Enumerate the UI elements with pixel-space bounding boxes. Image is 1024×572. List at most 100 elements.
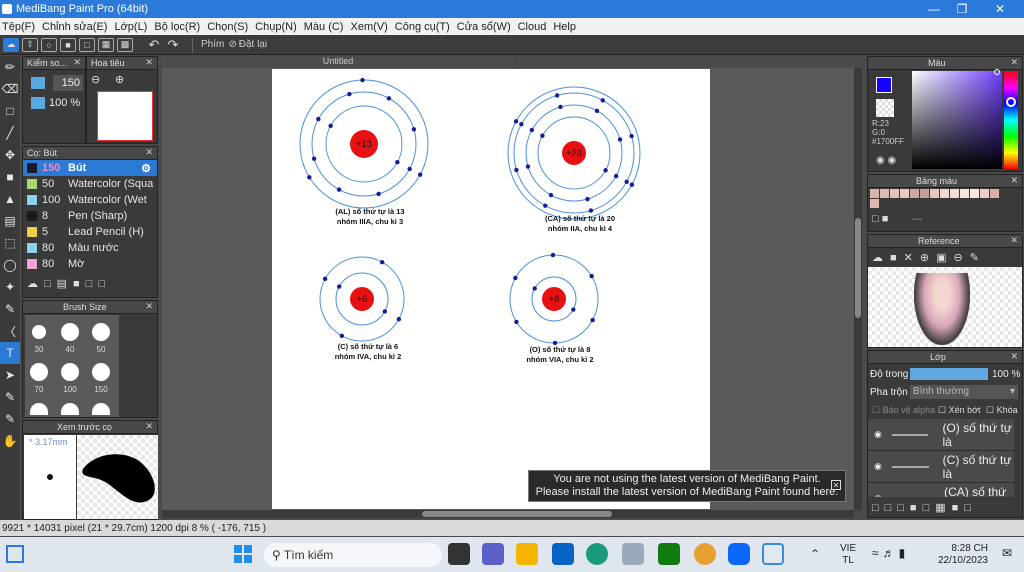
divide-tool-icon[interactable]: ✎ <box>0 386 20 408</box>
redo-icon[interactable]: ↷ <box>165 37 181 52</box>
grid-icon[interactable]: ▩ <box>117 37 133 52</box>
maximize-button[interactable]: ❐ <box>944 0 980 18</box>
page-icon[interactable]: □ <box>79 37 95 52</box>
size-dot[interactable] <box>61 363 79 381</box>
file-explorer-icon[interactable] <box>516 543 538 565</box>
hand-tool-icon[interactable]: ✋ <box>0 430 20 452</box>
chevron-up-icon[interactable]: ⌃ <box>810 547 820 561</box>
brush-opacity-value[interactable]: 100 % <box>49 97 80 109</box>
close-icon[interactable]: ✕ <box>145 421 153 432</box>
start-icon[interactable] <box>234 545 252 563</box>
brush-item[interactable]: 100 Watercolor (Wet <box>23 192 157 208</box>
close-icon[interactable]: ✕ <box>145 147 153 158</box>
cloud-icon[interactable]: ☁ <box>3 37 19 52</box>
size-dot[interactable] <box>92 363 110 381</box>
teams-icon[interactable] <box>482 543 504 565</box>
palette-swatch[interactable] <box>910 189 919 198</box>
palette-swatch[interactable] <box>890 189 899 198</box>
brush-item[interactable]: 80 Màu nước <box>23 240 157 256</box>
palette-swatch[interactable] <box>930 189 939 198</box>
magic-wand-icon[interactable]: ✦ <box>0 276 20 298</box>
menu-file[interactable]: Tệp(F) <box>2 21 35 33</box>
vertical-scroll-thumb[interactable] <box>855 218 861 318</box>
close-icon[interactable]: ✕ <box>1010 351 1018 362</box>
palette-actions[interactable]: □ ■ <box>872 213 888 225</box>
menu-select[interactable]: Chọn(S) <box>207 21 248 33</box>
palette-swatch[interactable] <box>980 189 989 198</box>
menu-tools[interactable]: Công cụ(T) <box>395 21 450 33</box>
gradient-tool-icon[interactable]: ▤ <box>0 210 20 232</box>
vertical-scrollbar[interactable] <box>854 68 862 510</box>
palette-swatch[interactable] <box>870 199 879 208</box>
menu-window[interactable]: Cửa sổ(W) <box>457 21 511 33</box>
language-indicator[interactable]: VIE TL <box>840 543 856 567</box>
reference-image[interactable] <box>868 267 1022 347</box>
horizontal-scrollbar[interactable] <box>162 510 854 518</box>
update-notice[interactable]: You are not using the latest version of … <box>528 470 846 502</box>
layer-opacity-slider[interactable] <box>910 368 988 380</box>
move-tool-icon[interactable]: ✥ <box>0 144 20 166</box>
menu-help[interactable]: Help <box>553 21 576 33</box>
line-tool-icon[interactable]: ╱ <box>0 122 20 144</box>
select-rect-tool-icon[interactable]: ⬚ <box>0 232 20 254</box>
notice-close-icon[interactable]: ✕ <box>831 480 841 490</box>
close-icon[interactable]: ✕ <box>145 301 153 312</box>
brush-item[interactable]: 150 Bút ⚙ <box>23 160 157 176</box>
hue-cursor[interactable] <box>1006 97 1016 107</box>
upload-icon[interactable]: ⇧ <box>22 37 38 52</box>
text-tool-icon[interactable]: T <box>0 342 20 364</box>
zoom-in-icon[interactable]: ⊕ <box>115 73 124 86</box>
menu-view[interactable]: Xem(V) <box>350 21 387 33</box>
navigator-thumbnail[interactable] <box>97 91 153 141</box>
size-dot[interactable] <box>30 403 48 415</box>
close-icon[interactable]: ✕ <box>1010 175 1018 186</box>
notification-icon[interactable]: ✉ <box>1002 546 1012 560</box>
palette-swatch[interactable] <box>900 189 909 198</box>
layer-item[interactable]: ◉ (O) số thứ tự là <box>868 419 1014 451</box>
brush-item[interactable]: 50 Watercolor (Squa <box>23 176 157 192</box>
menu-filter[interactable]: Bộ lọc(R) <box>154 21 200 33</box>
brush-tool-icon[interactable]: ✏ <box>0 56 20 78</box>
reference-toolbar[interactable]: ☁■✕⊕▣⊖✎ <box>872 251 986 264</box>
palette-swatch[interactable] <box>880 189 889 198</box>
layer-actions[interactable]: □□□■□▦■□ <box>872 501 977 514</box>
palette-mode-icons[interactable]: ◉ ◉ <box>876 155 896 166</box>
menu-layer[interactable]: Lớp(L) <box>114 21 147 33</box>
brush-item[interactable]: 5 Lead Pencil (H) <box>23 224 157 240</box>
chrome-icon[interactable] <box>694 543 716 565</box>
menu-edit[interactable]: Chỉnh sửa(E) <box>42 21 107 33</box>
close-icon[interactable]: ✕ <box>73 57 81 68</box>
clock[interactable]: 8:28 CH 22/10/2023 <box>932 543 988 567</box>
transparent-swatch[interactable] <box>876 99 894 117</box>
chat-icon[interactable]: ■ <box>60 37 76 52</box>
protect-alpha-checkbox[interactable]: ☐ Bảo vệ alpha <box>872 405 935 416</box>
palette-swatch[interactable] <box>940 189 949 198</box>
medibang-icon[interactable] <box>762 543 784 565</box>
canvas-tab[interactable]: Untitled <box>162 56 514 68</box>
lasso-tool-icon[interactable]: ◯ <box>0 254 20 276</box>
task-view-icon[interactable] <box>448 543 470 565</box>
palette-swatch[interactable] <box>870 189 879 198</box>
system-tray-icons[interactable]: ≈♬▮ <box>872 546 909 560</box>
comment-icon[interactable]: ○ <box>41 37 57 52</box>
clipping-checkbox[interactable]: ☐ Xén bớt <box>938 405 981 416</box>
brush-item[interactable]: 80 Mờ <box>23 256 157 272</box>
photos-icon[interactable] <box>622 543 644 565</box>
eyedropper-tool-icon[interactable]: ✎ <box>0 408 20 430</box>
rectangle-tool-icon[interactable]: □ <box>0 100 20 122</box>
xbox-icon[interactable] <box>658 543 680 565</box>
lock-checkbox[interactable]: ☐ Khóa <box>986 405 1018 416</box>
eraser-tool-icon[interactable]: ⌫ <box>0 78 20 100</box>
size-dot[interactable] <box>61 323 79 341</box>
fill-rect-tool-icon[interactable]: ■ <box>0 166 20 188</box>
size-dot[interactable] <box>30 363 48 381</box>
size-dot[interactable] <box>61 403 79 415</box>
size-dot[interactable] <box>32 325 46 339</box>
brush-item[interactable]: 8 Pen (Sharp) <box>23 208 157 224</box>
palette-swatch[interactable] <box>970 189 979 198</box>
palette-swatch[interactable] <box>950 189 959 198</box>
menu-cloud[interactable]: Cloud <box>518 21 547 33</box>
brush-actions[interactable]: ☁□▤■□□ <box>27 277 111 290</box>
operation-tool-icon[interactable]: ➤ <box>0 364 20 386</box>
pages-icon[interactable]: ▦ <box>98 37 114 52</box>
